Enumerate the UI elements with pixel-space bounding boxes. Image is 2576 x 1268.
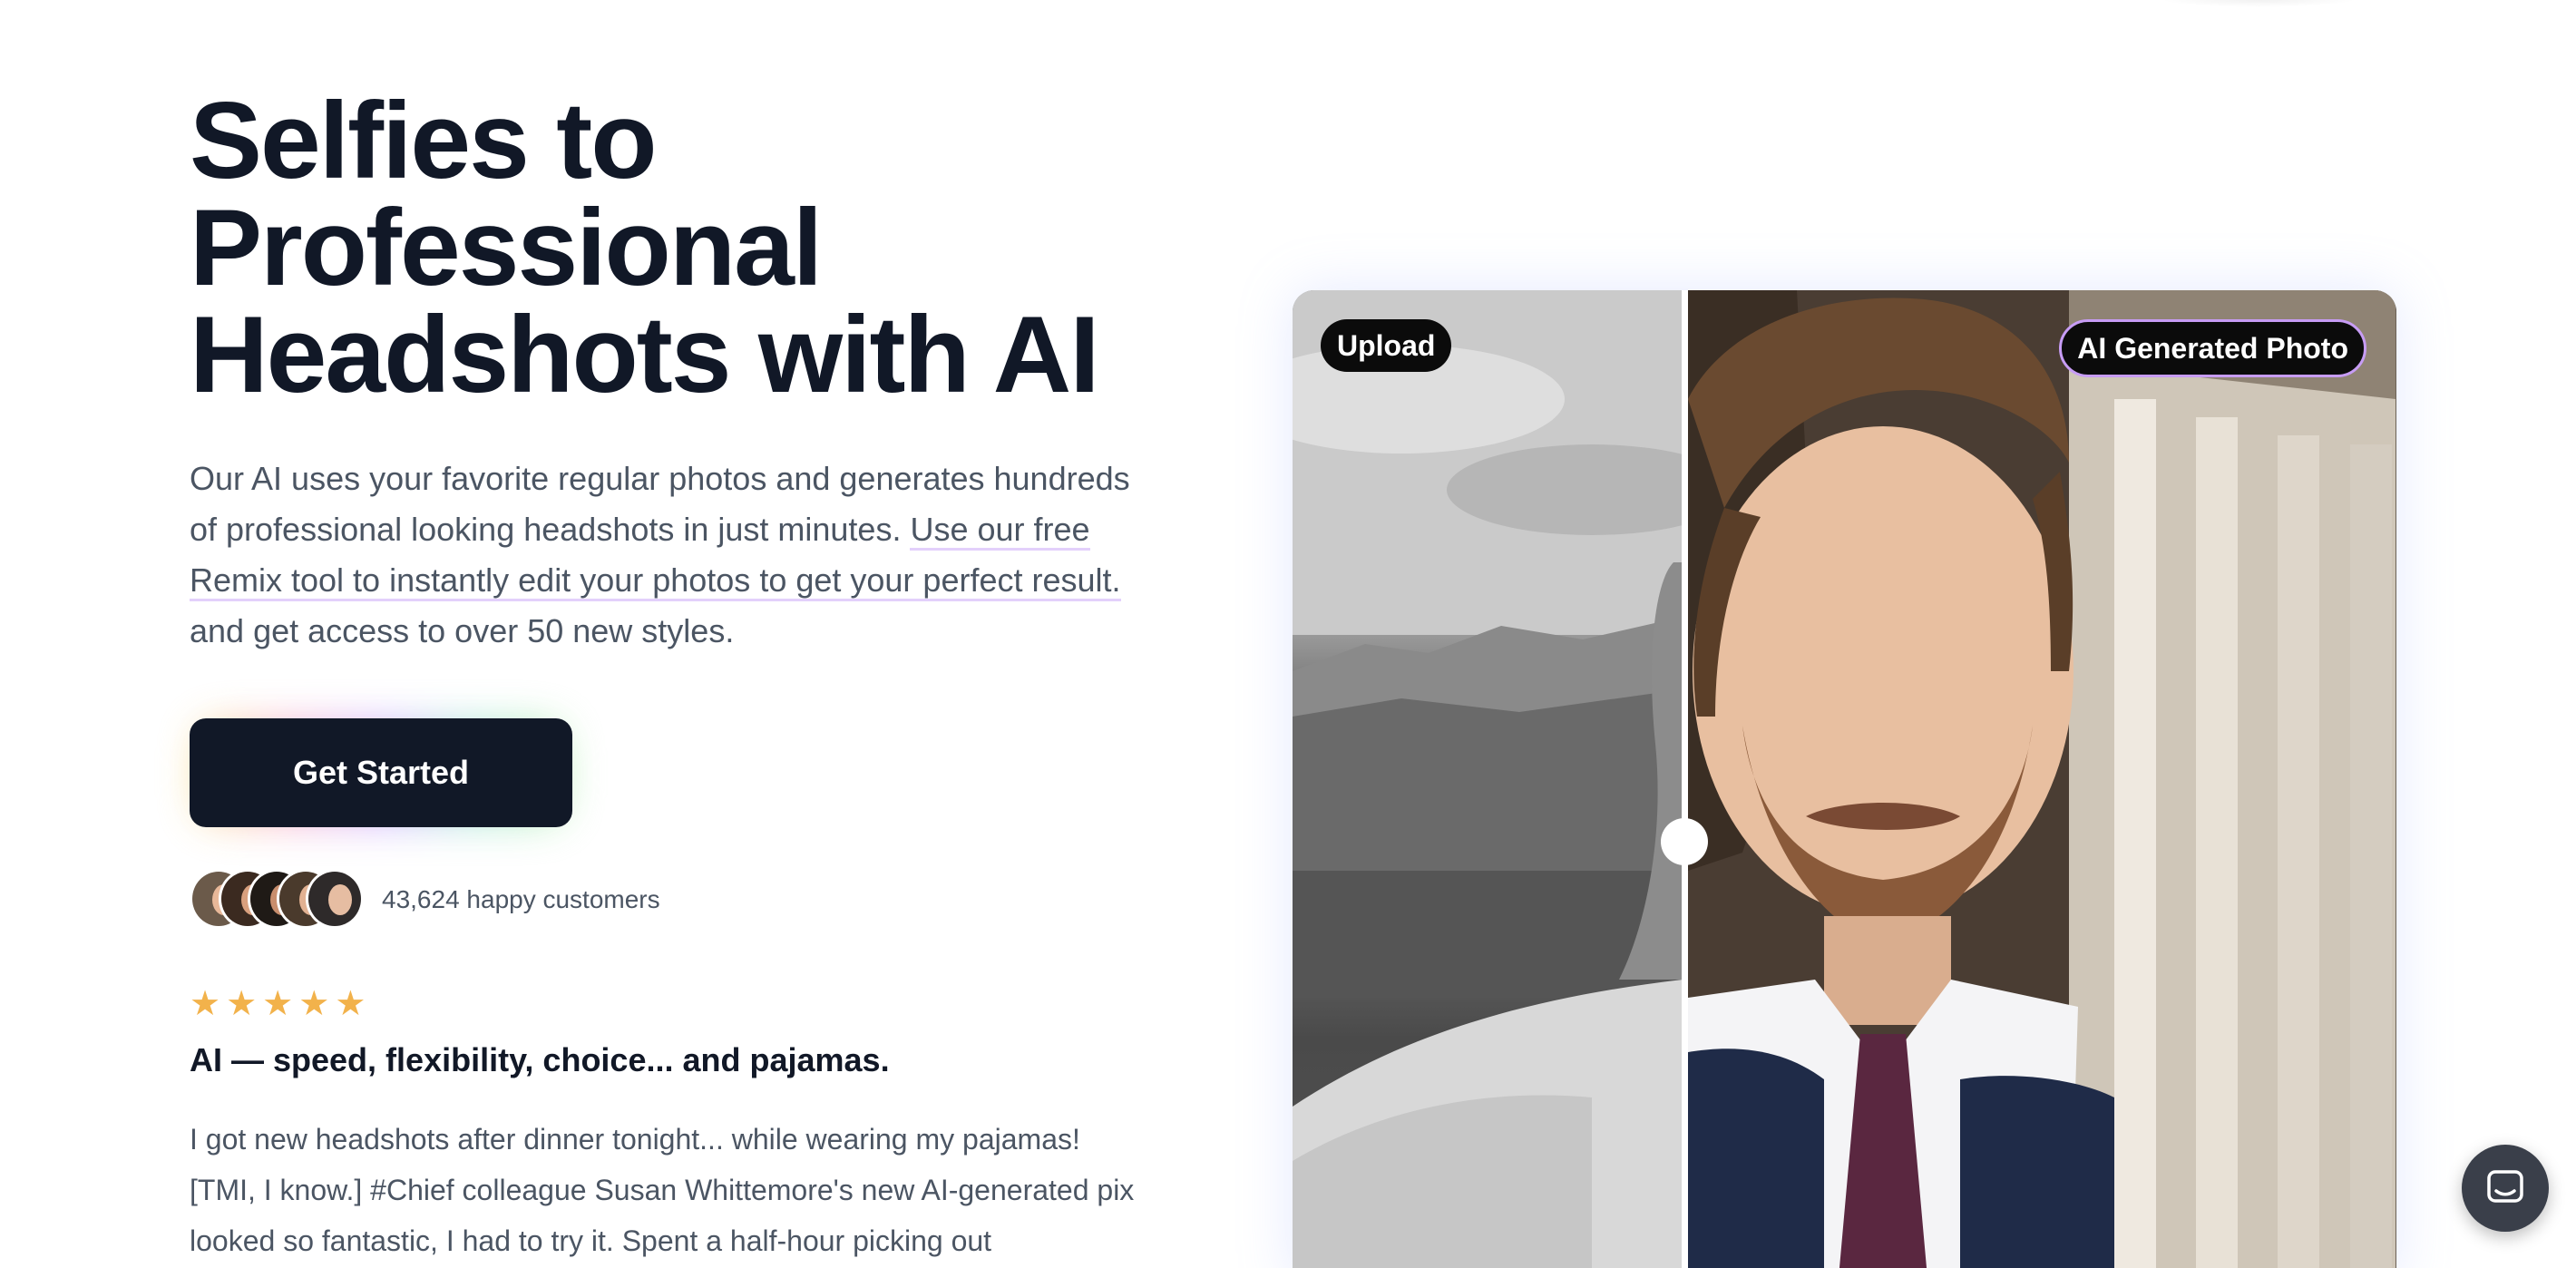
ai-generated-photo: AI Generated Photo	[1688, 290, 2396, 1268]
ai-photo-scene	[1688, 290, 2395, 1268]
upload-photo-scene	[1293, 290, 1682, 1268]
star-icon: ★	[262, 983, 294, 1023]
cta-container: Get Started	[190, 718, 572, 827]
description-outro: and get access to over 50 new styles.	[190, 612, 735, 649]
chat-bubble-icon	[2487, 1170, 2523, 1203]
star-icon: ★	[298, 983, 330, 1023]
star-icon: ★	[190, 983, 221, 1023]
title-line-1: Selfies to	[190, 80, 658, 201]
customers-count: 43,624 happy customers	[382, 885, 660, 913]
avatar	[306, 869, 364, 929]
page-title: Selfies to Professional Headshots with A…	[190, 80, 1205, 415]
star-icon: ★	[226, 983, 258, 1023]
comparison-slider-handle[interactable]	[1661, 818, 1708, 865]
comparison-divider	[1682, 290, 1688, 1268]
rating-stars: ★ ★ ★ ★ ★	[190, 985, 366, 1021]
review-body: I got new headshots after dinner tonight…	[190, 1123, 1135, 1257]
upload-badge: Upload	[1321, 319, 1452, 372]
upload-photo: Upload	[1293, 290, 1682, 1268]
avatar-stack	[190, 869, 366, 931]
chat-button[interactable]	[2462, 1145, 2549, 1232]
before-after-comparison[interactable]: Upload AI Generated Photo	[1293, 290, 2396, 1268]
review-title: AI — speed, flexibility, choice... and p…	[190, 1041, 890, 1078]
top-fade-decoration	[2159, 0, 2358, 7]
hero-description: Our AI uses your favorite regular photos…	[190, 454, 1160, 657]
get-started-button[interactable]: Get Started	[190, 718, 572, 827]
ai-generated-badge: AI Generated Photo	[2059, 319, 2366, 377]
title-line-3: Headshots with AI	[190, 294, 1100, 415]
happy-customers: 43,624 happy customers	[190, 869, 660, 931]
star-icon: ★	[335, 983, 366, 1023]
hero-section: Selfies to Professional Headshots with A…	[190, 80, 1205, 657]
title-line-2: Professional	[190, 187, 823, 308]
